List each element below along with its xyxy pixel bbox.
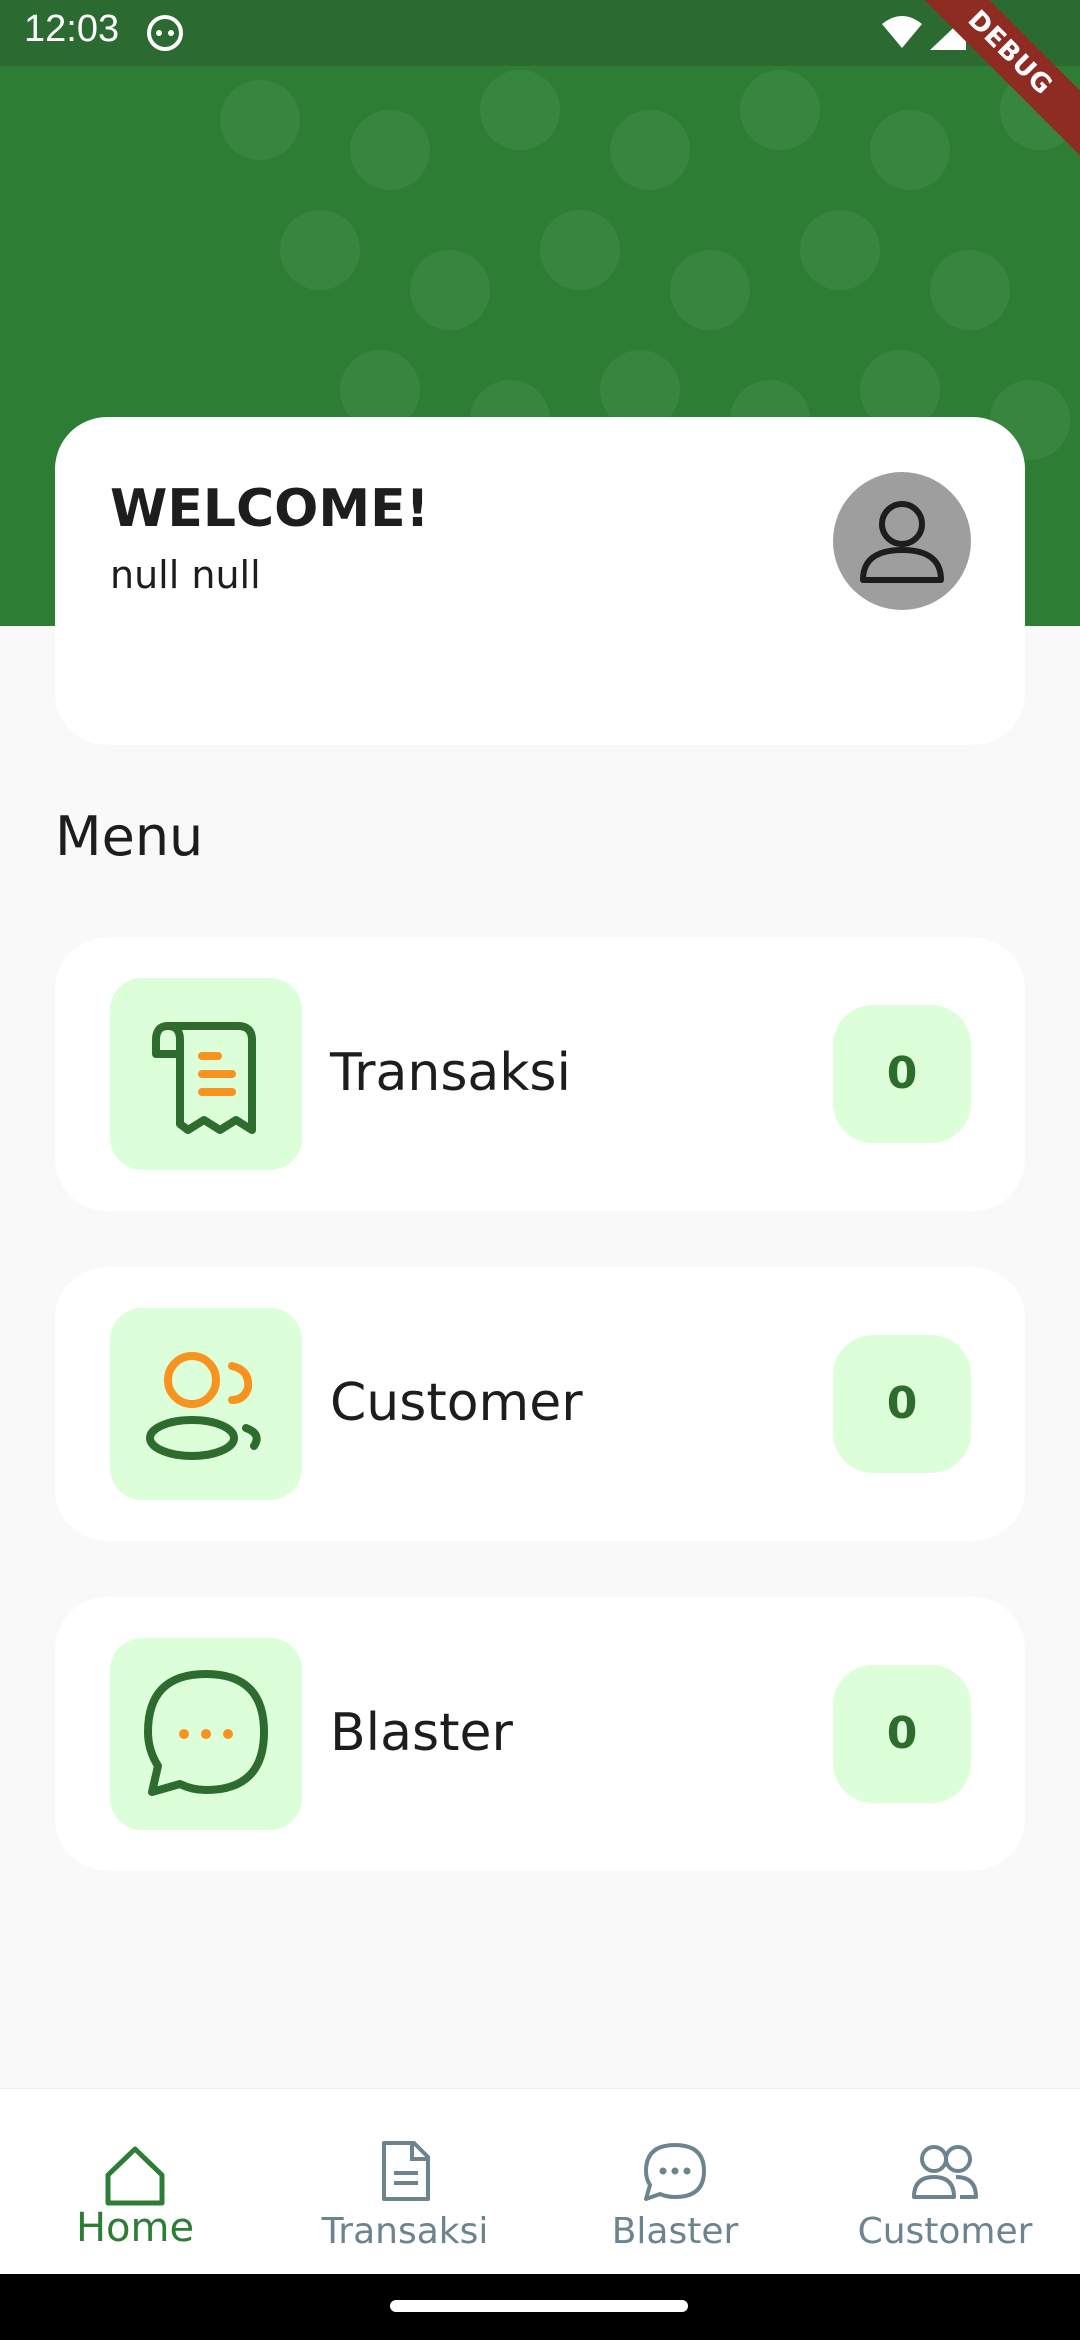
- menu-icon-container: [110, 978, 302, 1170]
- menu-icon-container: [110, 1308, 302, 1500]
- nav-label: Transaksi: [321, 2211, 489, 2252]
- menu-item-transaksi[interactable]: Transaksi 0: [55, 937, 1025, 1211]
- user-name: null null: [110, 553, 261, 597]
- menu-item-count: 0: [833, 1665, 971, 1803]
- menu-title: Menu: [55, 805, 204, 868]
- document-icon: [382, 2141, 430, 2201]
- menu-item-label: Blaster: [330, 1703, 513, 1763]
- nav-label: Customer: [857, 2211, 1033, 2252]
- nav-transaksi[interactable]: Transaksi: [270, 2089, 540, 2275]
- home-gesture-handle[interactable]: [390, 2300, 688, 2312]
- menu-item-label: Transaksi: [330, 1043, 571, 1103]
- status-bar: 12:03: [0, 0, 1080, 66]
- nav-label: Home: [75, 2205, 195, 2251]
- app-notification-icon: [147, 15, 183, 51]
- bottom-navigation: Home Transaksi Blaster Customer: [0, 2088, 1080, 2275]
- wifi-icon: [882, 16, 922, 48]
- nav-customer[interactable]: Customer: [810, 2089, 1080, 2275]
- menu-item-count: 0: [833, 1005, 971, 1143]
- menu-item-count: 0: [833, 1335, 971, 1473]
- welcome-title: WELCOME!: [110, 479, 430, 539]
- user-icon: [860, 501, 944, 583]
- welcome-card: WELCOME! null null: [55, 417, 1025, 745]
- menu-icon-container: [110, 1638, 302, 1830]
- chat-icon: [144, 1670, 268, 1796]
- nav-blaster[interactable]: Blaster: [540, 2089, 810, 2275]
- receipt-icon: [152, 1022, 256, 1134]
- users-icon: [912, 2145, 978, 2199]
- users-icon: [146, 1352, 261, 1460]
- menu-item-customer[interactable]: Customer 0: [55, 1267, 1025, 1541]
- menu-item-blaster[interactable]: Blaster 0: [55, 1597, 1025, 1871]
- nav-home[interactable]: Home: [0, 2089, 270, 2275]
- status-time: 12:03: [24, 8, 120, 50]
- home-icon: [105, 2146, 165, 2206]
- menu-item-label: Customer: [330, 1373, 583, 1433]
- chat-icon: [644, 2143, 706, 2201]
- avatar[interactable]: [833, 472, 971, 610]
- nav-label: Blaster: [611, 2211, 739, 2252]
